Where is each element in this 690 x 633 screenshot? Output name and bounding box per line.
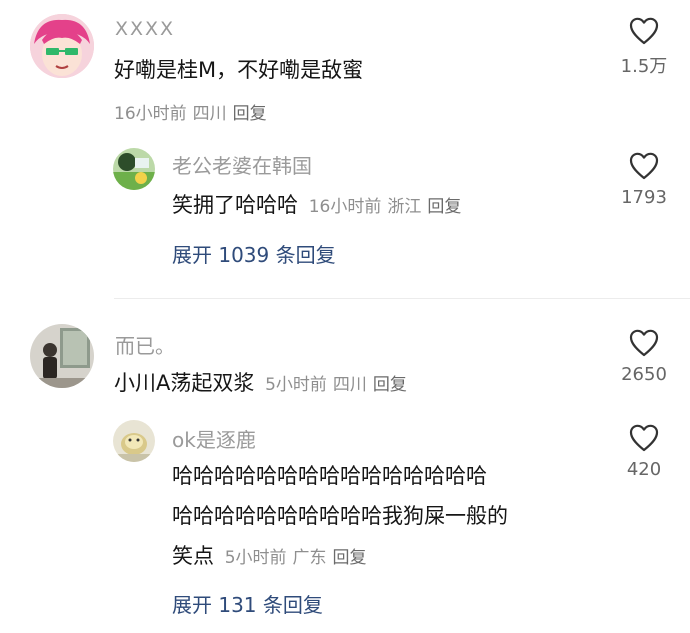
username[interactable]: 而已。 (115, 330, 175, 359)
divider (114, 298, 690, 299)
reply-line: 笑拥了哈哈哈 16小时前 浙江 回复 (172, 188, 467, 224)
reply-like-group: 1793 (609, 151, 679, 208)
like-count: 1.5万 (620, 56, 668, 77)
reply-button[interactable]: 回复 (373, 375, 407, 395)
timestamp: 5小时前 (224, 548, 287, 568)
reply-like-group: 420 (609, 423, 679, 480)
comment-text: 好嘞是桂M，不好嘞是敌蜜 (114, 58, 364, 82)
avatar[interactable] (30, 324, 94, 388)
timestamp: 5小时前 (265, 375, 327, 395)
location: 浙江 (387, 197, 422, 217)
reply-username[interactable]: ok是逐鹿 (172, 424, 256, 453)
reply-username[interactable]: 老公老婆在韩国 (172, 150, 312, 179)
reply-button[interactable]: 回复 (233, 104, 267, 124)
heart-icon[interactable] (628, 151, 660, 181)
like-group: 2650 (609, 328, 679, 385)
reply-avatar[interactable] (113, 420, 155, 462)
username[interactable]: XXXX (115, 18, 175, 40)
reply-text-line-3: 笑点 (172, 544, 214, 568)
avatar-image (113, 148, 155, 190)
expand-replies-button[interactable]: 展开 1039 条回复 (172, 239, 336, 268)
location: 四川 (192, 104, 227, 124)
reply-avatar[interactable] (113, 148, 155, 190)
avatar-image (113, 420, 155, 462)
avatar-image (30, 14, 94, 78)
comment-meta: 5小时前 四川 回复 (265, 375, 413, 395)
reply-button[interactable]: 回复 (333, 548, 367, 568)
comment-text: 小川A荡起双浆 (114, 371, 255, 395)
like-count: 2650 (621, 364, 667, 385)
reply-meta: 5小时前 广东 回复 (225, 548, 373, 568)
reply-button[interactable]: 回复 (427, 197, 461, 217)
reply-text-line-1: 哈哈哈哈哈哈哈哈哈哈哈哈哈哈哈 (172, 464, 487, 488)
timestamp: 16小时前 (114, 104, 187, 124)
location: 广东 (292, 548, 327, 568)
comment-2: 而已。 小川A荡起双浆 5小时前 四川 回复 2650 ok是逐鹿 哈哈哈哈哈哈哈哈… (0, 300, 690, 633)
comment-1: XXXX 好嘞是桂M，不好嘞是敌蜜 16小时前 四川 回复 1.5万 老公老婆在韩国… (0, 0, 690, 300)
reply-meta: 16小时前 浙江 回复 (309, 197, 468, 217)
timestamp: 16小时前 (308, 197, 382, 217)
avatar-image (30, 324, 94, 388)
comment-meta: 16小时前 四川 回复 (114, 99, 273, 124)
location: 四川 (332, 375, 367, 395)
reply-text: 笑拥了哈哈哈 (172, 193, 298, 217)
like-group: 1.5万 (609, 16, 679, 78)
like-count: 1793 (621, 187, 667, 208)
avatar[interactable] (30, 14, 94, 78)
reply-line-3: 笑点 5小时前 广东 回复 (172, 539, 373, 575)
reply-text-line-2: 哈哈哈哈哈哈哈哈哈哈我狗屎一般的 (172, 504, 508, 528)
comment-line: 小川A荡起双浆 5小时前 四川 回复 (114, 366, 413, 402)
expand-replies-button[interactable]: 展开 131 条回复 (172, 589, 323, 618)
heart-icon[interactable] (628, 16, 660, 46)
like-count: 420 (626, 459, 662, 480)
heart-icon[interactable] (628, 328, 660, 358)
heart-icon[interactable] (628, 423, 660, 453)
